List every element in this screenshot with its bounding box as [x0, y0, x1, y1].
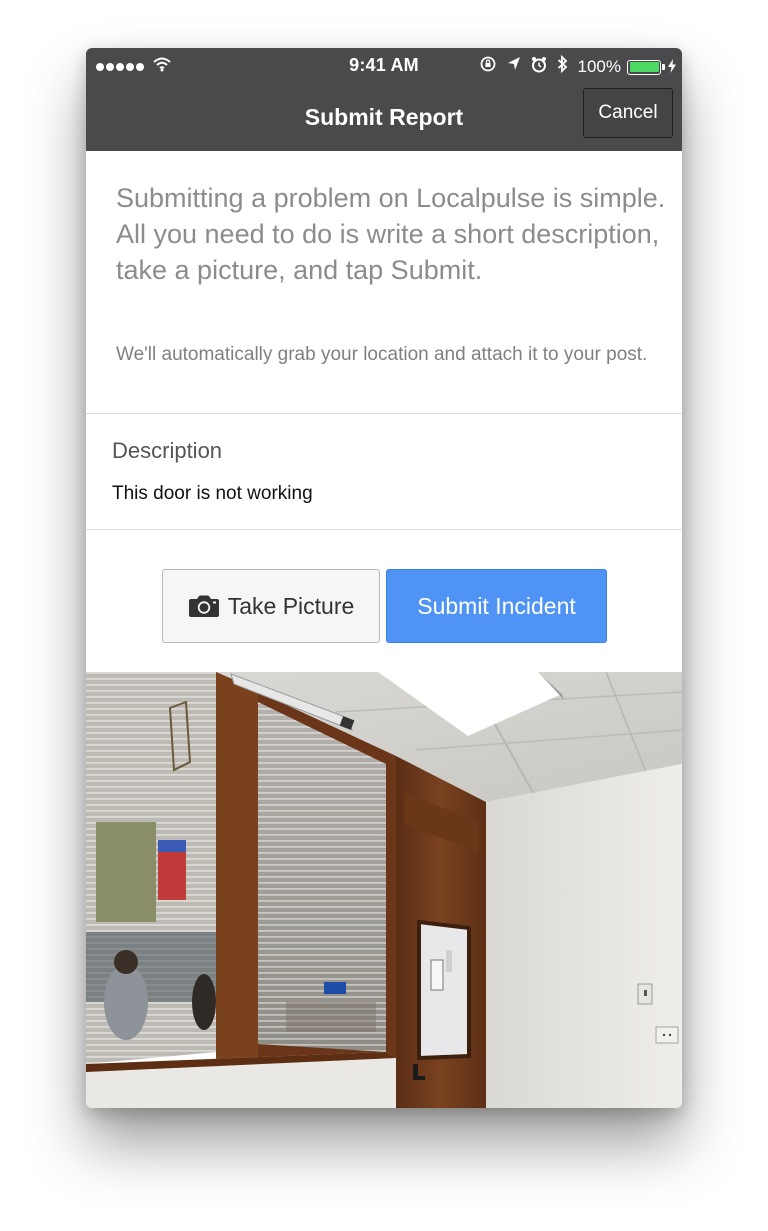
battery-percent: 100%: [577, 57, 621, 76]
description-field[interactable]: Description This door is not working: [86, 414, 682, 530]
take-picture-label: Take Picture: [227, 592, 355, 619]
intro-location-note: We'll automatically grab your location a…: [116, 344, 648, 365]
action-buttons: Take Picture Submit Incident: [86, 530, 682, 672]
photo-illustration: [86, 672, 682, 1108]
bluetooth-icon: [557, 54, 568, 79]
alarm-clock-icon: [531, 56, 547, 79]
status-icons: 100%: [479, 54, 676, 79]
take-picture-button[interactable]: Take Picture: [162, 569, 380, 643]
intro-lead-text: Submitting a problem on Localpulse is si…: [116, 183, 666, 285]
rotation-lock-icon: [479, 55, 497, 79]
camera-icon: [188, 594, 220, 618]
battery-tip: [662, 64, 665, 70]
navigation-bar: Submit Report Cancel: [86, 84, 682, 151]
cancel-button[interactable]: Cancel: [583, 88, 673, 138]
office-door-photo: [86, 672, 682, 1108]
submit-incident-button[interactable]: Submit Incident: [386, 569, 607, 643]
description-input[interactable]: This door is not working: [112, 483, 313, 505]
status-bar: 9:41 AM 100%: [86, 48, 682, 84]
location-arrow-icon: [507, 56, 521, 78]
phone-screen: 9:41 AM 100% Submit Report Cancel Submit…: [86, 48, 682, 1108]
intro-section: Submitting a problem on Localpulse is si…: [86, 151, 682, 414]
charging-bolt-icon: [668, 58, 676, 76]
screenshot-canvas: 9:41 AM 100% Submit Report Cancel Submit…: [0, 0, 768, 1231]
description-label: Description: [112, 438, 223, 463]
battery-level: [629, 62, 659, 72]
battery-icon: [627, 59, 661, 75]
